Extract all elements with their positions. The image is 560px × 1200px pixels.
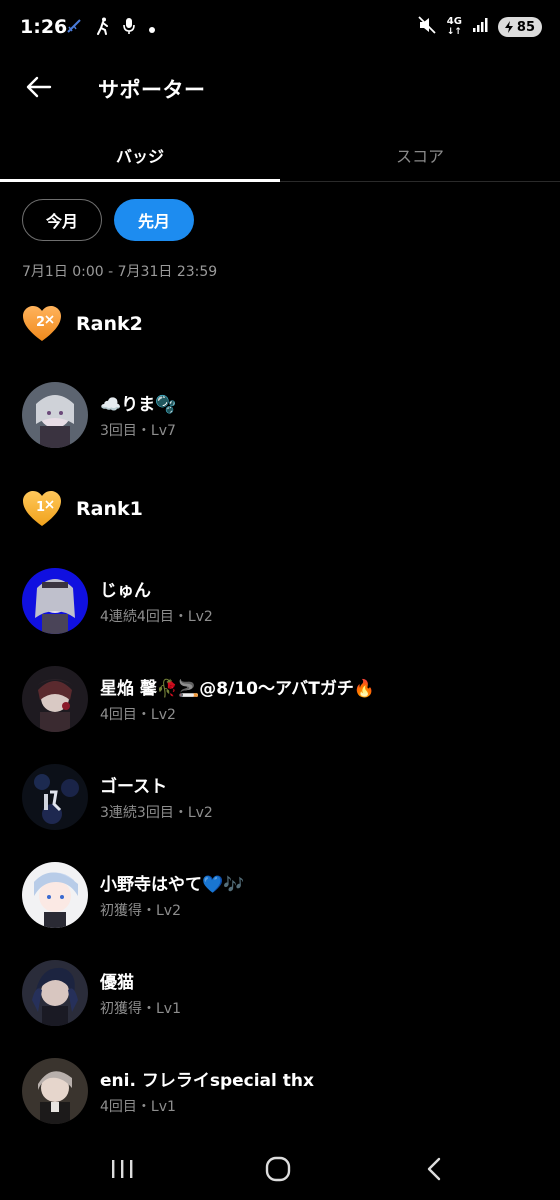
user-info: 優猫 初獲得・Lv1 [100, 968, 181, 1018]
page-title: サポーター [98, 78, 206, 102]
pen-icon [66, 17, 84, 39]
heart-badge-icon: 2 [23, 306, 61, 341]
avatar [22, 862, 88, 928]
filter-last-month-button[interactable]: 先月 [114, 199, 194, 241]
user-meta: 3連続3回目・Lv2 [100, 805, 213, 821]
arrow-left-icon [26, 76, 52, 98]
user-info: 小野寺はやて💙🎶 初獲得・Lv2 [100, 870, 244, 920]
back-button[interactable] [22, 70, 56, 104]
network-label: 4G [446, 16, 462, 27]
rank-1-label: Rank1 [76, 498, 143, 520]
list-item[interactable]: じゅん 4連続4回目・Lv2 [22, 568, 542, 634]
tab-score[interactable]: スコア [280, 128, 560, 182]
rank-1-header: 1 Rank1 [22, 490, 143, 528]
status-bar: 1:26 4G ↓↑ 85 [0, 0, 560, 56]
user-info: eni. フレライspecial thx 4回目・Lv1 [100, 1066, 314, 1116]
recent-apps-icon [112, 1160, 133, 1178]
filter-this-month-button[interactable]: 今月 [22, 199, 102, 241]
user-meta: 初獲得・Lv2 [100, 903, 181, 919]
dot-icon [148, 19, 156, 38]
avatar [22, 666, 88, 732]
active-tab-indicator [0, 179, 280, 182]
home-icon [265, 1156, 291, 1182]
avatar [22, 960, 88, 1026]
status-right-icons: 4G ↓↑ 85 [417, 16, 542, 38]
user-info: ゴースト 3連続3回目・Lv2 [100, 772, 213, 822]
network-icon: 4G ↓↑ [446, 16, 462, 38]
app-header: サポーター [0, 56, 560, 120]
rank-1-number: 1 [36, 500, 45, 515]
list-item[interactable]: eni. フレライspecial thx 4回目・Lv1 [22, 1058, 542, 1124]
chevron-left-icon [427, 1157, 441, 1181]
tab-badge[interactable]: バッジ [0, 128, 280, 182]
battery-level: 85 [516, 19, 535, 35]
list-item[interactable]: ☁️りま🫧 3回目・Lv7 [22, 382, 542, 448]
rank-2-number: 2 [36, 315, 45, 330]
user-name: 小野寺はやて💙🎶 [100, 875, 245, 895]
user-meta: 4回目・Lv2 [100, 707, 176, 723]
status-left-icons [66, 17, 156, 39]
avatar [22, 568, 88, 634]
avatar [22, 382, 88, 448]
user-meta: 初獲得・Lv1 [100, 1001, 181, 1017]
list-item[interactable]: 星焔 馨🥀🚬@8/10〜アバTガチ🔥 4回目・Lv2 [22, 666, 542, 732]
rank-2-label: Rank2 [76, 313, 143, 335]
user-name: 星焔 馨🥀🚬@8/10〜アバTガチ🔥 [100, 679, 376, 699]
user-name: ゴースト [100, 777, 168, 797]
user-name: eni. フレライspecial thx [100, 1071, 314, 1091]
list-item[interactable]: 優猫 初獲得・Lv1 [22, 960, 542, 1026]
date-range: 7月1日 0:00 - 7月31日 23:59 [22, 264, 218, 280]
list-item[interactable]: 小野寺はやて💙🎶 初獲得・Lv2 [22, 862, 542, 928]
month-filter: 今月 先月 [22, 199, 194, 241]
signal-icon [472, 17, 488, 37]
tab-bar: バッジ スコア [0, 128, 560, 182]
user-name: じゅん [100, 581, 151, 601]
heart-badge-icon: 1 [23, 491, 61, 526]
back-nav-button[interactable] [414, 1152, 454, 1186]
list-item[interactable]: ゴースト 3連続3回目・Lv2 [22, 764, 542, 830]
mute-icon [417, 16, 437, 38]
mic-icon [122, 17, 136, 39]
walking-icon [96, 17, 110, 39]
battery-icon: 85 [497, 17, 542, 37]
user-info: ☁️りま🫧 3回目・Lv7 [100, 390, 176, 440]
user-meta: 4連続4回目・Lv2 [100, 609, 213, 625]
user-info: じゅん 4連続4回目・Lv2 [100, 576, 213, 626]
user-meta: 3回目・Lv7 [100, 423, 176, 439]
system-nav-bar [0, 1138, 560, 1200]
home-button[interactable] [258, 1152, 298, 1186]
user-info: 星焔 馨🥀🚬@8/10〜アバTガチ🔥 4回目・Lv2 [100, 674, 375, 724]
rank-2-header: 2 Rank2 [22, 305, 143, 343]
user-meta: 4回目・Lv1 [100, 1099, 176, 1115]
status-time: 1:26 [20, 16, 68, 38]
user-name: ☁️りま🫧 [100, 395, 177, 415]
avatar [22, 1058, 88, 1124]
avatar [22, 764, 88, 830]
recent-apps-button[interactable] [102, 1152, 142, 1186]
user-name: 優猫 [100, 973, 134, 993]
